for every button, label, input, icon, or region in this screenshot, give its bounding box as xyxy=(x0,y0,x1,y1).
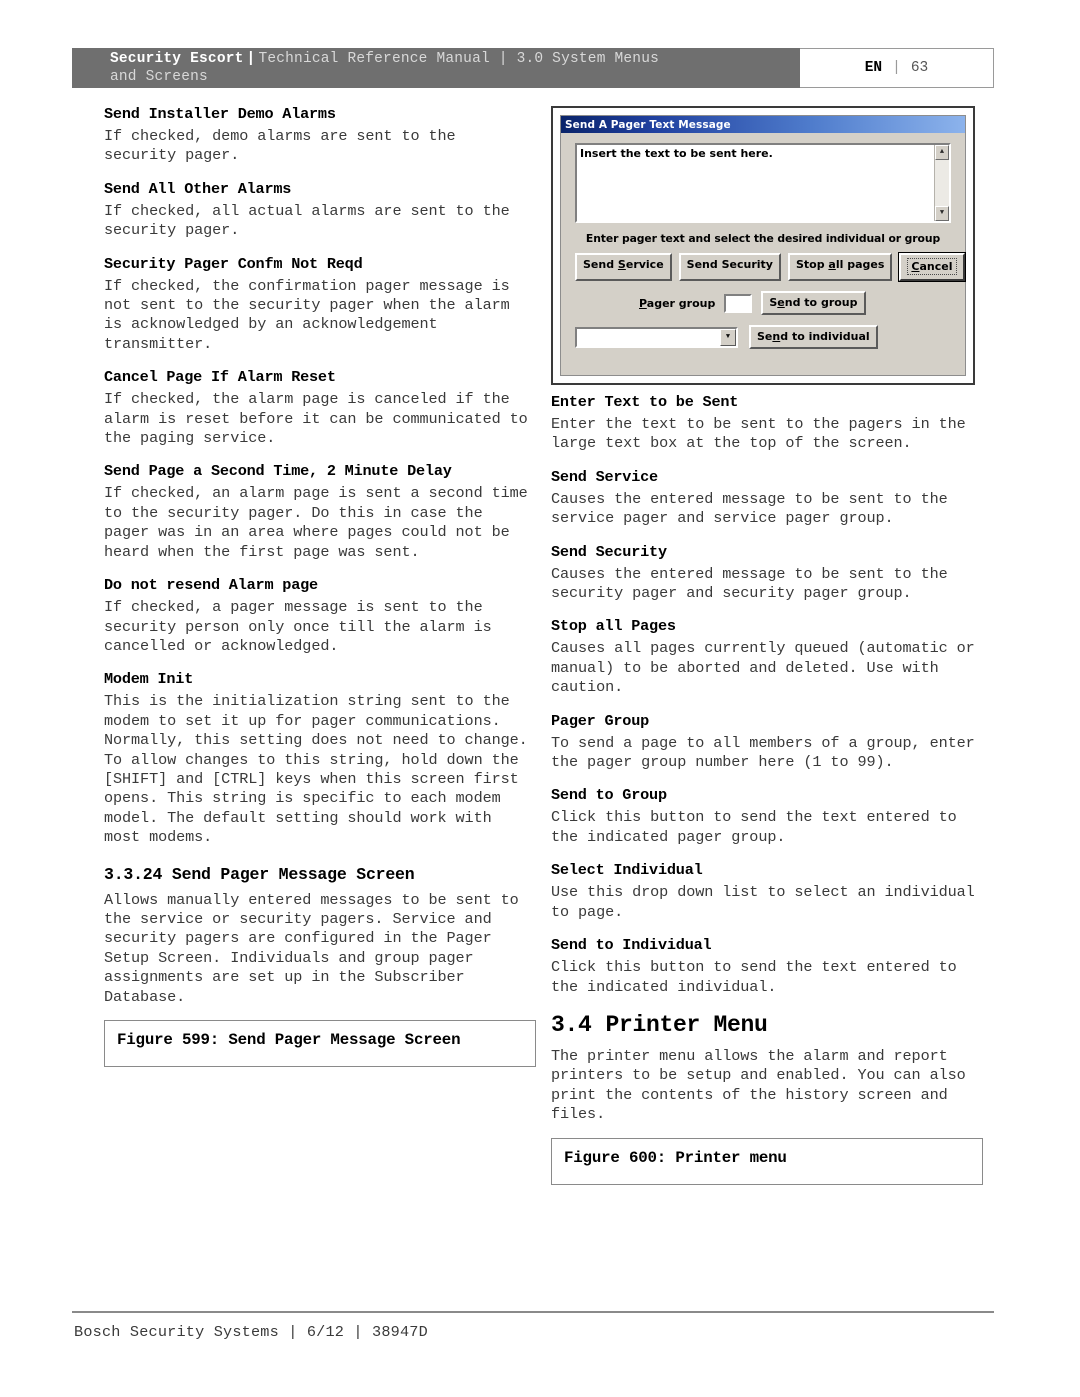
message-textarea-scrollbar[interactable]: ▲ ▼ xyxy=(934,145,949,221)
message-textarea-value[interactable]: Insert the text to be sent here. xyxy=(577,145,934,221)
figure-599-caption: Figure 599: Send Pager Message Screen xyxy=(117,1031,461,1049)
header-brand: Security Escort xyxy=(110,51,244,67)
section-body-send-pager-message-screen: Allows manually entered messages to be s… xyxy=(104,890,519,1006)
send-to-group-label-post: nd to group xyxy=(784,296,858,309)
send-to-group-mnemonic: e xyxy=(777,296,785,309)
body-send-page-second-time: If checked, an alarm page is sent a seco… xyxy=(104,484,528,561)
header-manual-line2: and Screens xyxy=(110,69,208,85)
section-heading-send-pager-message-screen: 3.3.24 Send Pager Message Screen xyxy=(104,864,415,884)
send-pager-text-message-dialog: Send A Pager Text Message Insert the tex… xyxy=(560,115,966,376)
header-manual-line1: Technical Reference Manual | 3.0 System … xyxy=(258,51,660,67)
section-heading-printer-menu: 3.4 Printer Menu xyxy=(551,1011,983,1039)
cancel-label-post: ancel xyxy=(919,260,953,273)
pager-group-row: Pager group Send to group xyxy=(575,291,951,315)
section-number-printer-menu: 3.4 xyxy=(551,1011,592,1038)
stop-all-pages-mnemonic: a xyxy=(828,258,836,271)
send-security-button[interactable]: Send Security xyxy=(678,253,781,281)
term-send-installer-demo-alarms: Send Installer Demo Alarms xyxy=(104,105,336,123)
body-send-security: Causes the entered message to be sent to… xyxy=(551,564,948,603)
stop-all-pages-label-post: ll pages xyxy=(835,258,885,271)
footer-text: Bosch Security Systems | 6/12 | 38947D xyxy=(74,1323,428,1341)
body-send-to-individual: Click this button to send the text enter… xyxy=(551,958,957,996)
figure-600-box: Figure 600: Printer menu xyxy=(551,1137,983,1185)
dialog-hint-text: Enter pager text and select the desired … xyxy=(585,232,941,245)
chevron-down-icon[interactable]: ▼ xyxy=(720,328,736,346)
term-send-service: Send Service xyxy=(551,467,658,486)
select-individual-dropdown[interactable]: ▼ xyxy=(575,326,738,348)
header-title-bar: Security Escort | Technical Reference Manu… xyxy=(72,48,800,88)
header-separator: | xyxy=(246,51,256,67)
term-enter-text-to-be-sent: Enter Text to be Sent xyxy=(551,393,739,411)
body-cancel-page-if-alarm-reset: If checked, the alarm page is canceled i… xyxy=(104,390,528,448)
send-to-individual-button[interactable]: Send to individual xyxy=(749,325,878,349)
pager-group-label: Pager group xyxy=(639,297,715,310)
scrollbar-track[interactable] xyxy=(935,160,949,206)
body-security-pager-confm-not-reqd: If checked, the confirmation pager messa… xyxy=(104,276,510,353)
figure-599-screenshot: Send A Pager Text Message Insert the tex… xyxy=(551,106,975,385)
cancel-focus-ring: Cancel xyxy=(907,258,957,275)
header-language: EN xyxy=(864,60,883,76)
send-security-label: Send Security xyxy=(686,258,773,271)
left-column: Send Installer Demo Alarms If checked, d… xyxy=(104,104,536,1067)
term-send-all-other-alarms: Send All Other Alarms xyxy=(104,179,292,198)
send-service-label-pre: Send xyxy=(583,258,618,271)
right-column: Enter Text to be Sent Enter the text to … xyxy=(551,392,983,1185)
header-page-indicator: EN | 63 xyxy=(800,48,994,88)
stop-all-pages-button[interactable]: Stop all pages xyxy=(787,253,893,281)
body-do-not-resend-alarm-page: If checked, a pager message is sent to t… xyxy=(104,598,492,655)
dialog-body: Insert the text to be sent here. ▲ ▼ Ent… xyxy=(561,133,965,375)
term-do-not-resend-alarm-page: Do not resend Alarm page xyxy=(104,576,318,595)
body-send-service: Causes the entered message to be sent to… xyxy=(551,489,948,528)
body-send-all-other-alarms: If checked, all actual alarms are sent t… xyxy=(104,201,510,240)
dialog-title-bar: Send A Pager Text Message xyxy=(561,116,965,133)
body-enter-text-to-be-sent: Enter the text to be sent to the pagers … xyxy=(551,415,966,453)
figure-600-caption: Figure 600: Printer menu xyxy=(564,1148,787,1167)
section-title-printer-menu: Printer Menu xyxy=(605,1011,768,1038)
message-textarea[interactable]: Insert the text to be sent here. ▲ ▼ xyxy=(575,143,951,223)
body-select-individual: Use this drop down list to select an ind… xyxy=(551,883,975,921)
send-service-mnemonic: S xyxy=(617,258,626,271)
term-select-individual: Select Individual xyxy=(551,861,703,880)
term-send-to-group: Send to Group xyxy=(551,786,667,805)
term-cancel-page-if-alarm-reset: Cancel Page If Alarm Reset xyxy=(104,368,336,387)
pager-group-input[interactable] xyxy=(724,293,753,313)
send-to-individual-label-pre: Se xyxy=(757,330,773,343)
body-send-installer-demo-alarms: If checked, demo alarms are sent to the … xyxy=(104,127,456,165)
page-header: Security Escort | Technical Reference Manu… xyxy=(72,48,994,88)
term-send-security: Send Security xyxy=(551,542,667,561)
dialog-title-text: Send A Pager Text Message xyxy=(565,118,731,131)
pager-group-label-post: ager group xyxy=(646,296,716,310)
term-send-to-individual: Send to Individual xyxy=(551,936,712,955)
stop-all-pages-label-pre: Stop xyxy=(795,258,829,271)
pager-group-mnemonic: P xyxy=(639,296,647,310)
cancel-button[interactable]: Cancel xyxy=(899,253,965,281)
body-modem-init: This is the initialization string sent t… xyxy=(104,692,528,847)
body-send-to-group: Click this button to send the text enter… xyxy=(551,808,957,846)
send-to-individual-label-post: d to individual xyxy=(780,330,870,343)
section-body-printer-menu: The printer menu allows the alarm and re… xyxy=(551,1046,966,1124)
header-page-separator: | xyxy=(892,60,901,76)
individual-row: ▼ Send to individual xyxy=(575,325,951,349)
term-send-page-second-time: Send Page a Second Time, 2 Minute Delay xyxy=(104,462,452,481)
term-pager-group: Pager Group xyxy=(551,711,650,730)
send-service-label-post: ervice xyxy=(625,258,664,271)
term-security-pager-confm-not-reqd: Security Pager Confm Not Reqd xyxy=(104,254,363,273)
scroll-down-arrow-icon[interactable]: ▼ xyxy=(935,206,949,221)
scroll-up-arrow-icon[interactable]: ▲ xyxy=(935,145,949,160)
footer-divider xyxy=(72,1311,994,1313)
body-stop-all-pages: Causes all pages currently queued (autom… xyxy=(551,639,975,697)
dialog-action-buttons: Send Service Send Security Stop all page… xyxy=(575,253,965,281)
body-pager-group: To send a page to all members of a group… xyxy=(551,733,975,772)
send-service-button[interactable]: Send Service xyxy=(575,253,672,281)
header-page-number: 63 xyxy=(910,60,929,76)
send-to-group-button[interactable]: Send to group xyxy=(761,291,866,315)
figure-599-box: Figure 599: Send Pager Message Screen xyxy=(104,1020,536,1067)
term-stop-all-pages: Stop all Pages xyxy=(551,617,676,636)
term-modem-init: Modem Init xyxy=(104,670,194,689)
